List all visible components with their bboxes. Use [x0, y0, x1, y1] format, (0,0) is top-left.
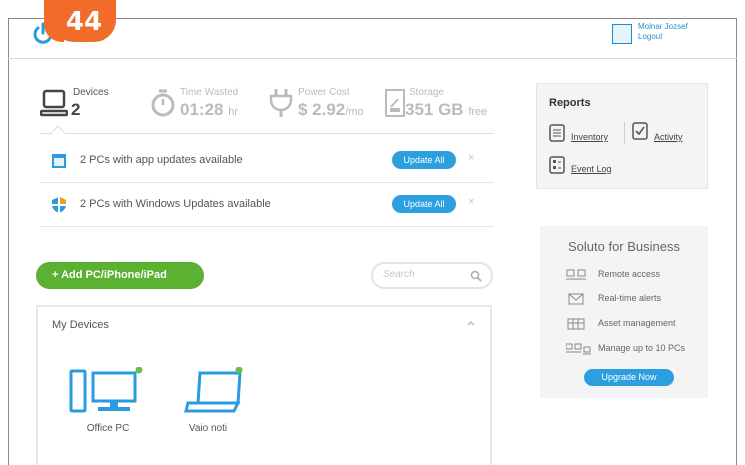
plug-icon: [269, 89, 293, 117]
stat-power-cost[interactable]: Power Cost $ 2.92/mo: [268, 82, 378, 132]
reports-title: Reports: [549, 97, 591, 109]
stat-power-label: Power Cost: [298, 87, 350, 98]
device-vaio[interactable]: Vaio noti: [168, 366, 248, 437]
stat-time-label: Time Wasted: [180, 87, 239, 98]
logout-link[interactable]: Logout: [638, 32, 662, 41]
multi-pc-icon: [566, 343, 591, 355]
laptop-device-icon: [184, 366, 243, 413]
my-devices-panel: My Devices Office PC Vaio noti: [36, 305, 492, 465]
laptop-icon: [40, 89, 68, 117]
stat-power-value: $ 2.92/mo: [298, 100, 364, 119]
feature-label: Manage up to 10 PCs: [598, 343, 686, 353]
envelope-icon: [568, 293, 584, 305]
table-icon: [567, 318, 585, 330]
online-status-dot: [135, 366, 143, 374]
my-devices-title: My Devices: [52, 319, 109, 331]
notification-text: 2 PCs with app updates available: [80, 154, 243, 166]
user-name: Molnar Jozsef: [638, 22, 688, 31]
feature-label: Remote access: [598, 269, 661, 279]
badge-number: 44: [65, 7, 103, 37]
business-promo-panel: Soluto for Business Remote access Real-t…: [540, 226, 708, 398]
stat-time-wasted[interactable]: Time Wasted 01:28 hr: [150, 82, 260, 132]
stat-devices-label: Devices: [73, 87, 109, 98]
stat-devices[interactable]: Devices 2: [40, 82, 140, 132]
activity-link[interactable]: Activity: [654, 132, 683, 142]
chevron-up-icon[interactable]: [466, 319, 476, 327]
search-box[interactable]: [371, 262, 493, 289]
reports-panel: Reports Inventory Activity Event Log: [536, 83, 708, 189]
app-update-icon: [52, 154, 66, 168]
inventory-link[interactable]: Inventory: [571, 132, 608, 142]
event-log-link[interactable]: Event Log: [571, 164, 612, 174]
stat-storage-value: 351 GB free: [405, 100, 488, 119]
update-all-button[interactable]: Update All: [392, 195, 456, 213]
business-title: Soluto for Business: [567, 239, 680, 254]
remote-access-icon: [566, 269, 586, 280]
dismiss-icon[interactable]: ×: [468, 196, 474, 208]
feature-label: Real-time alerts: [598, 293, 662, 303]
notification-text: 2 PCs with Windows Updates available: [80, 198, 271, 210]
user-panel: Molnar Jozsef Logout: [612, 22, 732, 48]
activity-check-icon: [632, 122, 648, 140]
device-office-pc[interactable]: Office PC: [68, 366, 148, 437]
stopwatch-icon: [151, 89, 175, 117]
search-icon[interactable]: [470, 270, 482, 282]
notification-windows-updates: 2 PCs with Windows Updates available Upd…: [40, 183, 494, 227]
desktop-pc-icon: [69, 366, 143, 413]
dismiss-icon[interactable]: ×: [468, 152, 474, 164]
event-log-icon: [549, 156, 565, 174]
drive-icon: [385, 89, 405, 117]
inventory-icon: [549, 124, 565, 142]
notification-app-updates: 2 PCs with app updates available Update …: [40, 139, 494, 183]
reports-divider: [624, 122, 625, 144]
stat-storage[interactable]: Storage 351 GB free: [384, 82, 494, 132]
upgrade-now-button[interactable]: Upgrade Now: [584, 369, 674, 386]
page-number-badge: 44: [44, 0, 116, 42]
avatar[interactable]: [612, 24, 632, 44]
add-device-button[interactable]: + Add PC/iPhone/iPad: [36, 262, 204, 289]
stat-devices-value: 2: [71, 100, 81, 119]
header-divider: [8, 58, 737, 59]
feature-label: Asset management: [598, 318, 676, 328]
device-name: Office PC: [86, 423, 130, 434]
stat-time-value: 01:28 hr: [180, 100, 238, 119]
update-all-button[interactable]: Update All: [392, 151, 456, 169]
stats-bar: Devices 2 Time Wasted 01:28 hr Power Cos…: [40, 82, 494, 134]
windows-shield-icon: [52, 197, 66, 213]
stat-storage-label: Storage: [409, 87, 445, 98]
search-input[interactable]: [383, 269, 463, 280]
device-name: Vaio noti: [188, 423, 228, 434]
